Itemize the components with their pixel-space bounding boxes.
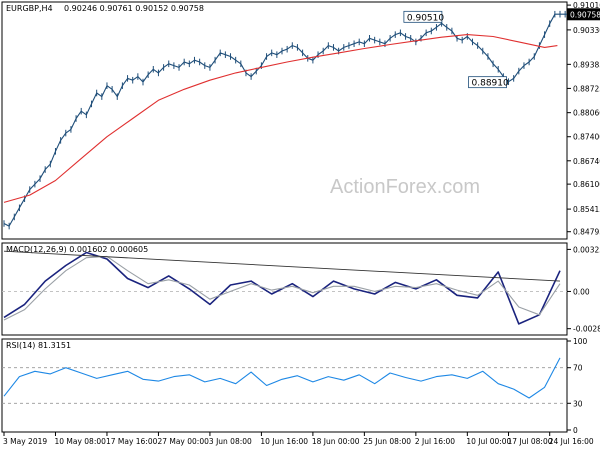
y-tick-label: 0.00 (573, 287, 590, 296)
y-tick-label: 0.88725 (573, 84, 600, 93)
x-tick-label: 18 Jun 00:00 (312, 437, 360, 446)
x-tick-label: 17 May 16:00 (106, 437, 158, 446)
y-tick-label: 0 (573, 426, 578, 435)
y-tick-label: 70 (573, 364, 583, 373)
x-tick-label: 2 Jul 16:00 (415, 437, 455, 446)
y-tick-label: 0.86740 (573, 157, 600, 166)
watermark: ActionForex.com (330, 176, 480, 198)
x-tick-label: 10 Jun 16:00 (260, 437, 308, 446)
rsi-panel-frame (1, 338, 568, 433)
x-axis: 3 May 2019 10 May 08:00 17 May 16:00 27 May… (3, 432, 594, 446)
macd-plot (2, 250, 567, 325)
y-tick-label: 0.85415 (573, 205, 600, 214)
y-tick-label: -0.002868 (573, 325, 600, 334)
x-tick-label: 10 May 08:00 (54, 437, 106, 446)
series-price (3, 13, 596, 227)
x-tick-label: 10 Jul 00:00 (466, 437, 511, 446)
current-price-label: 0.90758 (570, 10, 600, 19)
x-tick-label: 24 Jul 16:00 (549, 437, 594, 446)
x-tick-label: 3 Jun 08:00 (209, 437, 252, 446)
y-tick-label: 0.84795 (573, 228, 600, 237)
x-tick-label: 25 Jun 08:00 (363, 437, 411, 446)
y-axes: 0.910100.903300.893850.887250.880600.874… (567, 1, 600, 435)
series-trendline (3, 250, 561, 282)
symbol-label: EURGBP,H4 (6, 4, 53, 13)
rsi-label: RSI(14) 81.3151 (6, 341, 71, 350)
y-tick-label: 30 (573, 399, 583, 408)
price-panel-frame (1, 1, 568, 240)
price-annotation: 0.90510 (407, 13, 444, 23)
price-plot: 0.90510 0.88910 (3, 10, 597, 230)
chart: ActionForex.com EURGBP,H4 0.90246 0.9076… (1, 1, 600, 446)
y-tick-label: 0.88060 (573, 109, 600, 118)
rsi-plot (2, 357, 567, 404)
series-rsi (3, 357, 561, 399)
x-tick-label: 27 May 00:00 (157, 437, 209, 446)
y-tick-label: 0.86100 (573, 180, 600, 189)
y-tick-label: 0.89385 (573, 60, 600, 69)
x-tick-label: 17 Jul 08:00 (508, 437, 553, 446)
price-annotation: 0.88910 (472, 79, 509, 89)
macd-panel-frame (1, 242, 568, 336)
y-tick-label: 0.90330 (573, 26, 600, 35)
y-tick-label: 0.003239 (573, 245, 600, 254)
y-tick-label: 100 (573, 337, 588, 346)
x-tick-label: 3 May 2019 (3, 437, 47, 446)
ohlc-label: 0.90246 0.90761 0.90152 0.90758 (64, 4, 204, 13)
y-tick-label: 0.87400 (573, 133, 600, 142)
